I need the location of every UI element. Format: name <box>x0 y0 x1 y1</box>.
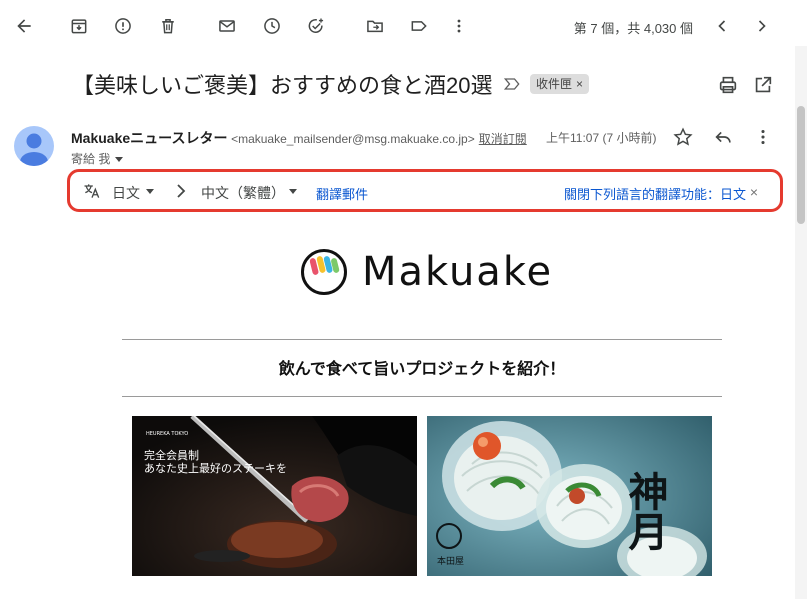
chevron-right-icon <box>758 20 766 32</box>
sender-address: <makuake_mailsender@msg.makuake.co.jp> <box>231 132 475 146</box>
chevron-left-icon <box>718 20 726 32</box>
divider-bottom <box>122 396 722 397</box>
sender-avatar[interactable] <box>14 126 54 166</box>
project-image-udon[interactable]: 神月 本田屋 <box>427 416 712 576</box>
makuake-logo-icon <box>301 249 347 295</box>
email-toolbar: 第 7 個，共 4,030 個 <box>0 0 807 52</box>
divider-top <box>122 339 722 340</box>
recipients-text: 寄給 我 <box>71 152 111 166</box>
snooze-icon <box>264 18 280 34</box>
reply-icon[interactable] <box>712 126 734 148</box>
move-to-button[interactable] <box>359 10 391 42</box>
recipients-toggle[interactable]: 寄給 我 <box>71 150 124 167</box>
newer-email-button[interactable] <box>706 10 738 42</box>
translate-icon <box>84 184 100 198</box>
more-vert-icon <box>457 19 461 33</box>
add-task-icon <box>308 18 324 33</box>
mark-unread-icon <box>219 20 235 32</box>
translation-bar: 日文 中文（繁體） 翻譯郵件 關閉下列語言的翻譯功能：日文 × <box>67 169 783 212</box>
photo1-line1: 完全会員制 <box>144 448 199 462</box>
email-timestamp: 上午11:07 (7 小時前) <box>546 131 657 145</box>
move-to-icon <box>367 20 383 33</box>
more-options-button[interactable] <box>443 10 475 42</box>
target-language-caret-icon <box>289 189 297 194</box>
chevron-right-icon <box>177 184 186 198</box>
message-more-icon[interactable] <box>752 126 774 148</box>
delete-button[interactable] <box>152 10 184 42</box>
print-icon[interactable] <box>717 74 739 96</box>
open-new-window-icon[interactable] <box>752 74 774 96</box>
scrollbar[interactable] <box>795 46 807 599</box>
star-icon[interactable] <box>672 126 694 148</box>
translate-message-link[interactable]: 翻譯郵件 <box>316 184 368 203</box>
archive-icon <box>71 19 87 34</box>
source-language-select[interactable]: 日文 <box>112 183 140 203</box>
photo1-brand: HEUREKA TOKYO <box>146 431 188 437</box>
remove-label-button[interactable]: × <box>576 77 583 91</box>
report-spam-button[interactable] <box>107 10 139 42</box>
mark-unread-button[interactable] <box>211 10 243 42</box>
report-spam-icon <box>115 18 131 34</box>
label-icon <box>411 21 427 31</box>
archive-button[interactable] <box>63 10 95 42</box>
back-button[interactable] <box>8 10 40 42</box>
back-arrow-icon <box>17 19 31 33</box>
label-chip-text: 收件匣 <box>536 77 573 91</box>
source-language-caret-icon <box>146 189 154 194</box>
label-chip-inbox: 收件匣 × <box>530 74 590 94</box>
chevron-down-icon <box>115 157 124 163</box>
email-subject: 【美味しいご褒美】おすすめの食と酒20選 <box>72 73 493 98</box>
target-language-select[interactable]: 中文（繁體） <box>201 183 285 203</box>
sender-line: Makuakeニュースレター <makuake_mailsender@msg.m… <box>71 128 527 148</box>
photo2-seal: 本田屋 <box>437 555 464 567</box>
makuake-wordmark: Makuake <box>362 249 554 295</box>
unsubscribe-link[interactable]: 取消訂閱 <box>479 132 527 146</box>
labels-button[interactable] <box>403 10 435 42</box>
delete-icon <box>162 19 174 34</box>
importance-marker-icon[interactable] <box>502 74 522 94</box>
pager-count: 第 7 個，共 4,030 個 <box>573 21 693 36</box>
sender-name[interactable]: Makuakeニュースレター <box>71 130 227 146</box>
photo2-title: 神月 <box>622 471 669 552</box>
photo1-line2: あなた史上最好のステーキを <box>144 461 287 475</box>
person-icon <box>20 133 48 166</box>
project-image-steak[interactable]: HEUREKA TOKYO 完全会員制 あなた史上最好のステーキを <box>132 416 417 576</box>
close-translation-button[interactable]: × <box>750 184 758 200</box>
older-email-button[interactable] <box>746 10 778 42</box>
snooze-button[interactable] <box>256 10 288 42</box>
scrollbar-thumb[interactable] <box>797 106 805 224</box>
add-task-button[interactable] <box>300 10 332 42</box>
newsletter-tagline: 飲んで食べて旨いプロジェクトを紹介！ <box>278 361 566 378</box>
turn-off-translation-link[interactable]: 關閉下列語言的翻譯功能：日文 <box>564 184 746 203</box>
